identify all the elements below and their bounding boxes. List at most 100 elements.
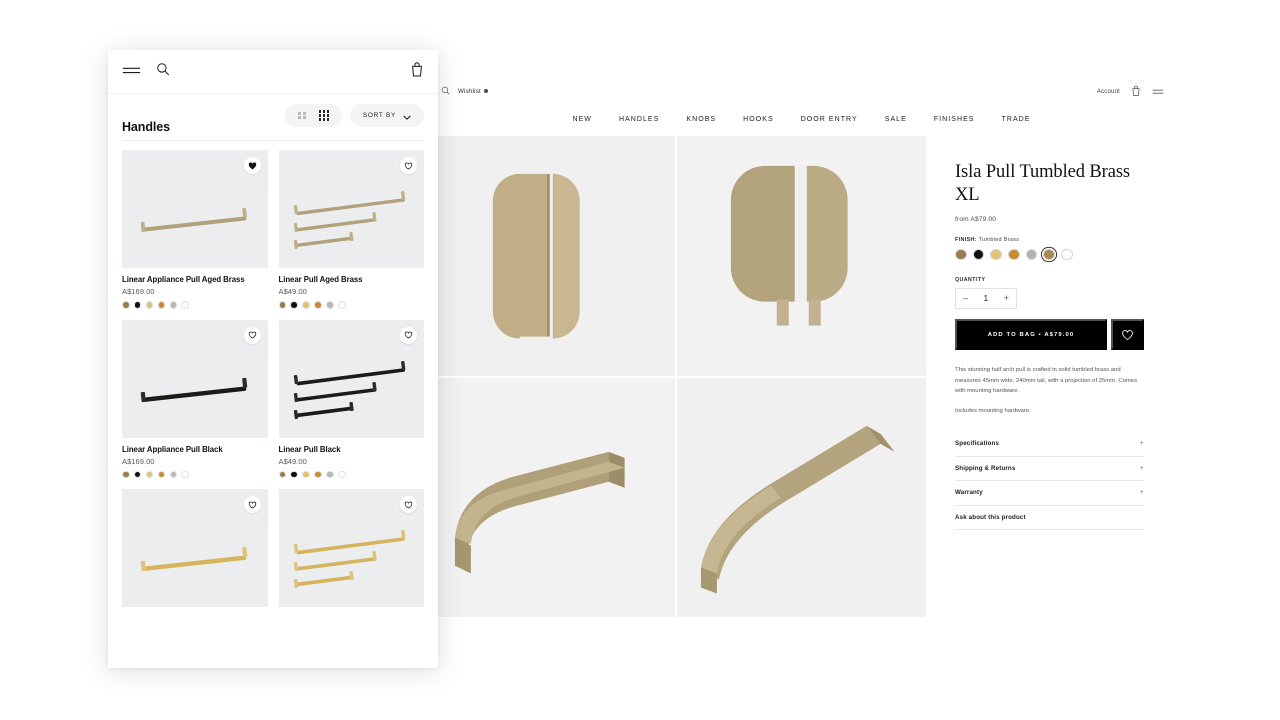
quantity-value: 1: [984, 294, 988, 303]
product-image[interactable]: [122, 320, 268, 438]
product-image[interactable]: [122, 150, 268, 268]
nav-item-door-entry[interactable]: DOOR ENTRY: [801, 116, 858, 123]
accordion-warranty[interactable]: Warranty +: [955, 481, 1144, 506]
product-gallery: [425, 136, 926, 617]
wishlist-toggle[interactable]: [244, 496, 261, 513]
add-to-wishlist-button[interactable]: [1111, 319, 1144, 350]
accordion-specifications[interactable]: Specifications +: [955, 432, 1144, 457]
grid-2-icon[interactable]: [298, 112, 306, 120]
nav-item-finishes[interactable]: FINISHES: [934, 116, 975, 123]
list-item[interactable]: Linear Pull Aged Brass A$49.00: [279, 150, 425, 309]
hamburger-menu-icon[interactable]: [122, 63, 141, 81]
gallery-image-diagonal[interactable]: [677, 378, 927, 618]
swatch-satin-nickel[interactable]: [326, 301, 334, 309]
sort-by-dropdown[interactable]: SORT BY: [350, 104, 424, 127]
wishlist-link[interactable]: Wishlist: [458, 88, 488, 95]
swatch-satin-nickel[interactable]: [1026, 249, 1038, 261]
swatch-aged-brass[interactable]: [279, 301, 287, 309]
product-image[interactable]: [122, 489, 268, 607]
swatch-aged-brass[interactable]: [955, 249, 967, 261]
description-paragraph-2: Includes mounting hardware.: [955, 406, 1144, 416]
swatch-satin-nickel[interactable]: [170, 301, 178, 309]
heart-icon: [248, 331, 257, 339]
swatch-brushed-gold[interactable]: [146, 471, 154, 479]
quantity-increase-button[interactable]: +: [1004, 294, 1009, 303]
swatch-black[interactable]: [973, 249, 985, 261]
wishlist-toggle[interactable]: [400, 327, 417, 344]
plus-icon: +: [1140, 440, 1144, 447]
collection-title: Handles: [122, 120, 170, 140]
finish-row: FINISH: Tumbled Brass: [955, 237, 1144, 243]
product-swatches: [279, 471, 425, 479]
swatch-brushed-gold[interactable]: [990, 249, 1002, 261]
swatch-white[interactable]: [338, 471, 346, 479]
gallery-image-top-angle[interactable]: [677, 136, 927, 376]
nav-item-knobs[interactable]: KNOBS: [686, 116, 716, 123]
nav-item-handles[interactable]: HANDLES: [619, 116, 659, 123]
page-root: Wishlist Account NEW H: [0, 0, 1280, 720]
swatch-antique-bronze[interactable]: [1008, 249, 1020, 261]
nav-item-new[interactable]: NEW: [572, 116, 591, 123]
swatch-black[interactable]: [134, 471, 142, 479]
list-item[interactable]: Linear Pull Black A$49.00: [279, 320, 425, 479]
nav-item-hooks[interactable]: HOOKS: [743, 116, 774, 123]
swatch-white[interactable]: [338, 301, 346, 309]
swatch-tumbled-brass[interactable]: [1043, 249, 1055, 261]
product-image[interactable]: [279, 150, 425, 268]
swatch-antique-bronze[interactable]: [314, 471, 322, 479]
swatch-black[interactable]: [134, 301, 142, 309]
gallery-image-side-profile[interactable]: [425, 378, 675, 618]
swatch-antique-bronze[interactable]: [158, 301, 166, 309]
product-title: Linear Appliance Pull Aged Brass: [122, 275, 268, 284]
hamburger-menu-icon[interactable]: [1152, 83, 1164, 101]
swatch-satin-nickel[interactable]: [170, 471, 178, 479]
swatch-white[interactable]: [181, 301, 189, 309]
purchase-actions: ADD TO BAG • A$79.00: [955, 319, 1144, 350]
product-accordions: Specifications + Shipping & Returns + Wa…: [955, 432, 1144, 530]
swatch-aged-brass[interactable]: [122, 471, 130, 479]
nav-item-sale[interactable]: SALE: [885, 116, 907, 123]
bag-icon[interactable]: [410, 61, 424, 82]
gallery-image-front-pair[interactable]: [425, 136, 675, 376]
wishlist-toggle[interactable]: [244, 157, 261, 174]
wishlist-toggle[interactable]: [244, 327, 261, 344]
product-image[interactable]: [279, 489, 425, 607]
ask-about-product-link[interactable]: Ask about this product: [955, 506, 1144, 531]
swatch-white[interactable]: [181, 471, 189, 479]
add-to-bag-button[interactable]: ADD TO BAG • A$79.00: [955, 319, 1107, 350]
swatch-antique-bronze[interactable]: [314, 301, 322, 309]
wishlist-toggle[interactable]: [400, 157, 417, 174]
product-title: Linear Pull Black: [279, 445, 425, 454]
accordion-shipping-returns[interactable]: Shipping & Returns +: [955, 457, 1144, 482]
swatch-aged-brass[interactable]: [279, 471, 287, 479]
bag-icon[interactable]: [1131, 83, 1141, 101]
list-item[interactable]: Linear Appliance Pull Black A$169.00: [122, 320, 268, 479]
account-link[interactable]: Account: [1097, 89, 1120, 95]
search-icon[interactable]: [441, 82, 450, 100]
product-title: Linear Appliance Pull Black: [122, 445, 268, 454]
swatch-aged-brass[interactable]: [122, 301, 130, 309]
search-icon[interactable]: [156, 62, 170, 81]
view-toggle-group: [285, 104, 342, 127]
product-image[interactable]: [279, 320, 425, 438]
list-item[interactable]: [122, 489, 268, 607]
swatch-black[interactable]: [290, 301, 298, 309]
desktop-product-window: Wishlist Account NEW H: [425, 80, 1178, 617]
description-paragraph-1: This stunning half arch pull is crafted …: [955, 365, 1144, 395]
heart-icon: [404, 331, 413, 339]
swatch-white[interactable]: [1061, 249, 1073, 261]
swatch-brushed-gold[interactable]: [146, 301, 154, 309]
nav-item-trade[interactable]: TRADE: [1002, 116, 1031, 123]
quantity-stepper[interactable]: – 1 +: [955, 288, 1017, 309]
grid-3-icon[interactable]: [319, 110, 329, 120]
list-item[interactable]: Linear Appliance Pull Aged Brass A$169.0…: [122, 150, 268, 309]
sort-by-label: SORT BY: [363, 112, 396, 119]
list-item[interactable]: [279, 489, 425, 607]
quantity-decrease-button[interactable]: –: [963, 294, 968, 303]
plus-icon: +: [1140, 489, 1144, 496]
swatch-black[interactable]: [290, 471, 298, 479]
swatch-brushed-gold[interactable]: [302, 301, 310, 309]
swatch-satin-nickel[interactable]: [326, 471, 334, 479]
swatch-antique-bronze[interactable]: [158, 471, 166, 479]
swatch-brushed-gold[interactable]: [302, 471, 310, 479]
